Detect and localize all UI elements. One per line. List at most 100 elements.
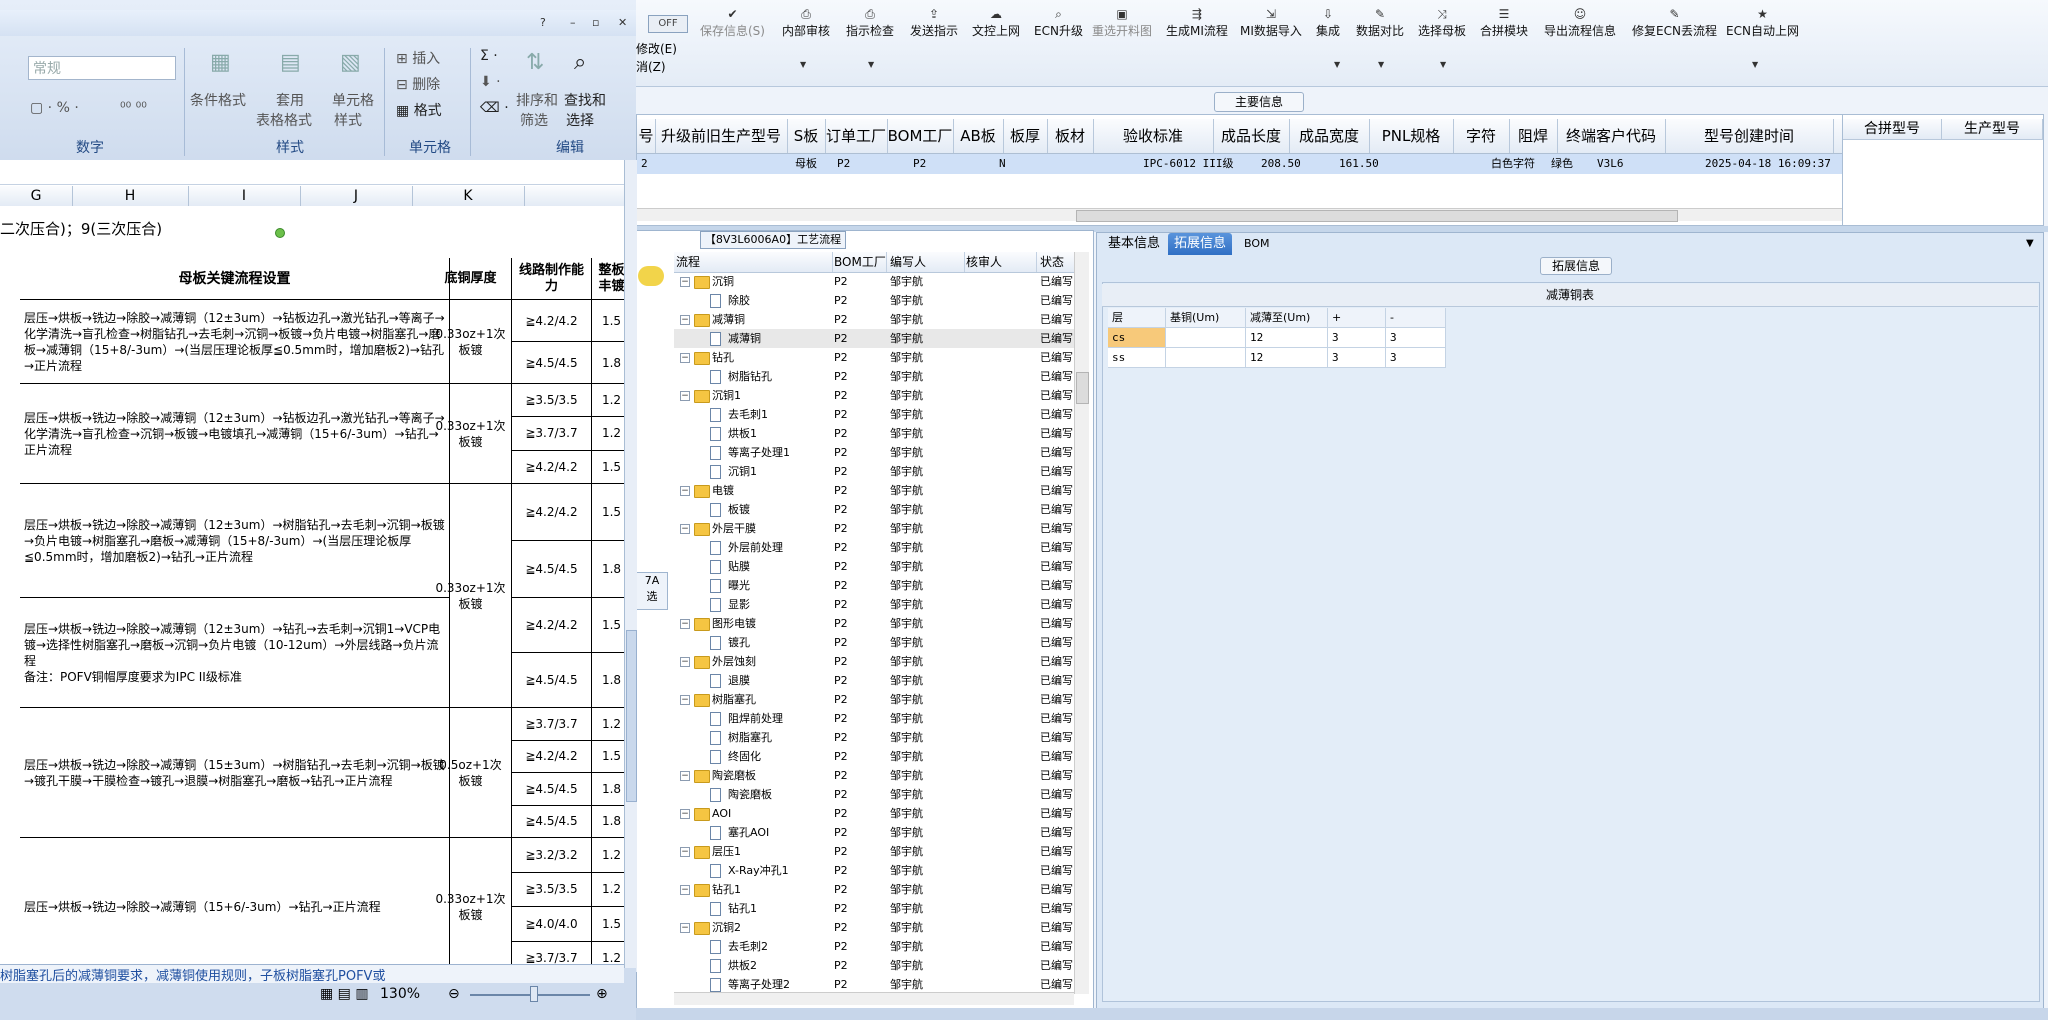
ability-cell[interactable]: ≧4.2/4.2 xyxy=(512,598,592,653)
flow-cell[interactable]: 层压→烘板→铣边→除胶→减薄铜（12±3um）→钻板边孔→激光钻孔→等离子→化学… xyxy=(20,300,450,384)
expand-toggle-icon[interactable]: − xyxy=(680,524,690,534)
main-col-header[interactable]: 订单工厂 xyxy=(825,119,888,153)
tree-row[interactable]: 镀孔 P2 邹宇航 已编写 xyxy=(674,633,1078,652)
dropdown-arrow-icon[interactable]: ▼ xyxy=(868,60,874,69)
toolbar-button[interactable]: ✎ 修复ECN丢流程 xyxy=(1632,8,1717,39)
table-format-button-2[interactable]: 表格格式 xyxy=(256,110,312,130)
main-col-header[interactable]: 验收标准 xyxy=(1093,119,1214,153)
table-cell[interactable] xyxy=(1166,348,1246,368)
main-col-header[interactable]: 成品宽度 xyxy=(1289,119,1370,153)
flow-cell[interactable]: 层压→烘板→铣边→除胶→减薄铜（15+6/-3um）→钻孔→正片流程 xyxy=(20,838,450,968)
insert-button[interactable]: ⊞ 插入 xyxy=(396,48,440,68)
expand-toggle-icon[interactable]: − xyxy=(680,391,690,401)
expand-toggle-icon[interactable]: − xyxy=(680,277,690,287)
tree-row[interactable]: − 沉铜2 P2 邹宇航 已编写 xyxy=(674,918,1078,937)
process-hscroll[interactable] xyxy=(674,992,1074,1005)
tree-row[interactable]: 贴膜 P2 邹宇航 已编写 xyxy=(674,557,1078,576)
flow-cell[interactable]: 层压→烘板→铣边→除胶→减薄铜（12±3um）→钻孔→去毛刺→沉铜1→VCP电镀… xyxy=(20,598,450,708)
ability-cell[interactable]: ≧4.5/4.5 xyxy=(512,541,592,598)
off-toggle[interactable]: OFF xyxy=(648,15,688,33)
tree-row[interactable]: − AOI P2 邹宇航 已编写 xyxy=(674,804,1078,823)
tree-row[interactable]: 减薄铜 P2 邹宇航 已编写 xyxy=(674,329,1078,348)
expand-toggle-icon[interactable]: − xyxy=(680,771,690,781)
toolbar-button[interactable]: ✎ 数据对比 xyxy=(1356,8,1404,39)
dropdown-arrow-icon[interactable]: ▼ xyxy=(800,60,806,69)
minimize-icon[interactable]: – xyxy=(570,16,576,29)
plating-cell[interactable]: 1.8 xyxy=(592,806,624,838)
tree-row[interactable]: 外层前处理 P2 邹宇航 已编写 xyxy=(674,538,1078,557)
ability-cell[interactable]: ≧4.2/4.2 xyxy=(512,484,592,541)
help-icon[interactable]: ? xyxy=(540,16,546,29)
toolbar-button[interactable]: ⌕ ECN升级 xyxy=(1034,8,1083,39)
ability-cell[interactable]: ≧4.2/4.2 xyxy=(512,740,592,773)
tree-row[interactable]: 除胶 P2 邹宇航 已编写 xyxy=(674,291,1078,310)
delete-button[interactable]: ⊟ 删除 xyxy=(396,74,440,94)
main-col-header[interactable]: 板材 xyxy=(1047,119,1094,153)
expand-toggle-icon[interactable]: − xyxy=(680,486,690,496)
table-cell[interactable]: 3 xyxy=(1386,328,1446,348)
tree-row[interactable]: 退膜 P2 邹宇航 已编写 xyxy=(674,671,1078,690)
formula-bar[interactable] xyxy=(0,160,624,185)
tree-row[interactable]: − 陶瓷磨板 P2 邹宇航 已编写 xyxy=(674,766,1078,785)
main-col-header[interactable]: 阻焊 xyxy=(1509,119,1558,153)
table-cell[interactable] xyxy=(1166,328,1246,348)
expand-toggle-icon[interactable]: − xyxy=(680,847,690,857)
column-header[interactable]: H xyxy=(72,186,189,206)
cu-thickness-cell[interactable]: 0.33oz+1次板镀 xyxy=(430,384,512,484)
plating-cell[interactable]: 1.5 xyxy=(592,741,624,773)
ability-cell[interactable]: ≧4.2/4.2 xyxy=(512,300,592,342)
main-col-header[interactable]: 型号创建时间 xyxy=(1665,119,1834,153)
tree-row[interactable]: 去毛刺2 P2 邹宇航 已编写 xyxy=(674,937,1078,956)
plating-cell[interactable]: 1.8 xyxy=(592,541,624,598)
tree-row[interactable]: 烘板2 P2 邹宇航 已编写 xyxy=(674,956,1078,975)
main-col-header[interactable]: 成品长度 xyxy=(1213,119,1290,153)
cu-thickness-cell[interactable]: 0.5oz+1次板镀 xyxy=(430,708,512,838)
dropdown-arrow-icon[interactable]: ▼ xyxy=(1378,60,1384,69)
table-cell[interactable]: 12 xyxy=(1246,348,1328,368)
toolbar-button[interactable]: ⤨ 选择母板 xyxy=(1418,8,1466,39)
tree-row[interactable]: − 外层干膜 P2 邹宇航 已编写 xyxy=(674,519,1078,538)
conditional-format-button[interactable]: 条件格式 xyxy=(190,90,246,110)
ability-cell[interactable]: ≧3.2/3.2 xyxy=(512,838,592,873)
cu-thickness-cell[interactable]: 0.33oz+1次板镀 xyxy=(430,484,512,708)
expand-toggle-icon[interactable]: − xyxy=(680,923,690,933)
table-cell[interactable]: 3 xyxy=(1328,348,1386,368)
plating-cell[interactable]: 1.8 xyxy=(592,653,624,708)
flow-cell[interactable]: 层压→烘板→铣边→除胶→减薄铜（12±3um）→树脂钻孔→去毛刺→沉铜→板镀→负… xyxy=(20,484,450,598)
expand-toggle-icon[interactable]: − xyxy=(680,353,690,363)
worksheet[interactable]: 二次压合)；9(三次压合) 母板关键流程设置 底铜厚度 线路制作能力 整板丰镀 层压→烘… xyxy=(0,206,624,968)
tree-row[interactable]: 陶瓷磨板 P2 邹宇航 已编写 xyxy=(674,785,1078,804)
plating-cell[interactable]: 1.5 xyxy=(592,451,624,484)
flow-cell[interactable]: 层压→烘板→铣边→除胶→减薄铜（15±3um）→树脂钻孔→去毛刺→沉铜→板镀→镀… xyxy=(20,708,450,838)
ability-cell[interactable]: ≧4.5/4.5 xyxy=(512,773,592,806)
side-collapsed-panel[interactable]: 7A 选 xyxy=(636,572,668,610)
plating-cell[interactable]: 1.8 xyxy=(592,342,624,384)
main-col-header[interactable]: BOM工厂 xyxy=(887,119,954,153)
column-header[interactable]: J xyxy=(300,186,413,206)
main-col-header[interactable]: 终端客户代码 xyxy=(1557,119,1666,153)
zoom-in-icon[interactable]: ⊕ xyxy=(596,986,608,1002)
ability-cell[interactable]: ≧3.7/3.7 xyxy=(512,417,592,451)
tree-row[interactable]: 曝光 P2 邹宇航 已编写 xyxy=(674,576,1078,595)
zoom-level[interactable]: 130% xyxy=(380,986,420,1002)
tree-row[interactable]: − 层压1 P2 邹宇航 已编写 xyxy=(674,842,1078,861)
ability-cell[interactable]: ≧4.5/4.5 xyxy=(512,805,592,838)
tree-row[interactable]: 树脂塞孔 P2 邹宇航 已编写 xyxy=(674,728,1078,747)
ability-cell[interactable]: ≧4.5/4.5 xyxy=(512,653,592,708)
chevron-down-icon[interactable]: ▼ xyxy=(2026,238,2034,249)
percent-icon[interactable]: ▢ · % · xyxy=(30,100,79,116)
table-format-button[interactable]: 套用 xyxy=(276,90,304,110)
modify-menu-label[interactable]: 修改(E) xyxy=(636,40,677,57)
sum-icon[interactable]: Σ · xyxy=(480,48,498,64)
toolbar-button[interactable]: ☁ 文控上网 xyxy=(972,8,1020,39)
toolbar-button[interactable]: ☰ 合拼模块 xyxy=(1480,8,1528,39)
plating-cell[interactable]: 1.2 xyxy=(592,708,624,741)
tree-row[interactable]: 显影 P2 邹宇航 已编写 xyxy=(674,595,1078,614)
ability-cell[interactable]: ≧3.5/3.5 xyxy=(512,872,592,907)
toolbar-button[interactable]: ⎙ 指示检查 xyxy=(846,8,894,39)
tree-row[interactable]: − 减薄铜 P2 邹宇航 已编写 xyxy=(674,310,1078,329)
plating-cell[interactable]: 1.2 xyxy=(592,384,624,418)
main-col-header[interactable]: PNL规格 xyxy=(1369,119,1454,153)
tree-row[interactable]: 终固化 P2 邹宇航 已编写 xyxy=(674,747,1078,766)
toolbar-button[interactable]: ✔ 保存信息(S) xyxy=(700,8,765,39)
